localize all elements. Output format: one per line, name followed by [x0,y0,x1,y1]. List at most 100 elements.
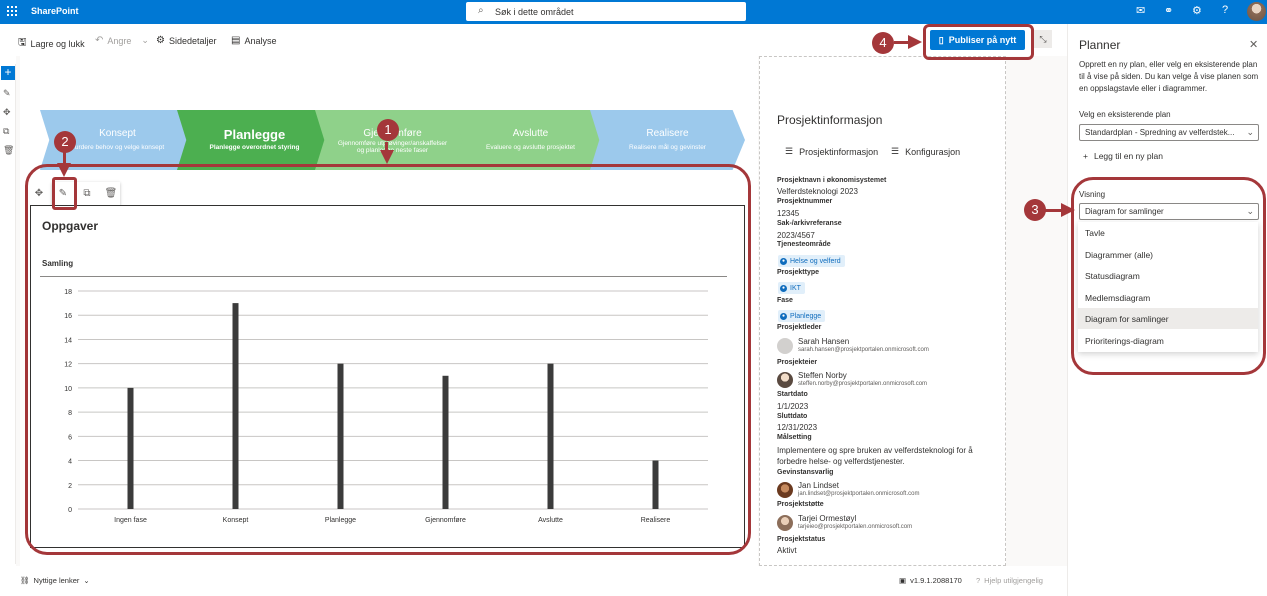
version-info[interactable]: ▣ v1.9.1.2088170 [899,576,962,585]
search-icon: ⌕ [478,5,484,16]
undo-icon: ↶ [95,35,104,46]
chevron-down-icon: ⌄ [1246,127,1254,137]
project-info-tab-label: Prosjektinformasjon [799,146,879,157]
field-label: Fase [777,297,793,304]
field-label: Prosjekttype [777,269,820,276]
analytics-icon: ▤ [231,35,241,46]
tag-label: Planlegge [790,312,822,320]
list-icon: ☰ [785,146,794,156]
person-name: Tarjei Ormestøyl [798,514,857,523]
link-icon: ⛓ [20,576,30,585]
help-icon: ? [976,576,981,585]
suite-bar: SharePoint ⌕ Søk i dette området ✉ ⚭ ⚙ ? [0,0,1267,24]
field-label: Prosjektstøtte [777,501,824,508]
analytics-button[interactable]: ▤ Analyse [231,35,276,46]
chevron-down-icon[interactable]: ⌄ [141,35,149,46]
sharepoint-share-icon[interactable]: ⚭ [1164,4,1173,17]
phase-title: Planlegge [223,127,286,142]
help-link[interactable]: ? Hjelp utilgjengelig [976,576,1043,585]
project-info-title: Prosjektinformasjon [777,113,883,127]
field-label: Startdato [777,391,808,398]
callout-ring-2 [52,177,77,210]
avatar [777,515,793,531]
user-avatar[interactable] [1247,2,1266,21]
brand-name[interactable]: SharePoint [31,6,79,16]
field-label: Sluttdato [777,413,808,420]
callout-arrow-4 [908,35,922,49]
avatar [777,338,793,354]
callout-badge-4: 4 [872,32,894,54]
delete-section-icon[interactable]: 🗑 [3,145,14,156]
edit-section-icon[interactable]: ✎ [3,88,11,99]
callout-arrow-2 [57,163,71,177]
phase-subtitle: Realisere mål og gevinster [629,144,706,151]
phase-planlegge[interactable]: Planlegge Planlegge overordnet styring [177,110,332,170]
gear-icon[interactable]: ⚙ [1192,4,1202,17]
person-name: Jan Lindset [798,481,839,490]
tag: ● Helse og velferd [778,255,845,267]
field-label: Målsetting [777,434,812,441]
config-tab-label: Konfigurasjon [905,146,961,157]
gear-icon: ⚙ [156,35,165,46]
person-email: sarah.hansen@prosjektportalen.onmicrosof… [798,347,929,353]
phase-avslutte[interactable]: Avslutte Evaluere og avslutte prosjektet [453,110,608,170]
phase-title: Avslutte [512,128,549,139]
field-value: Aktivt [777,546,797,555]
save-close-label: Lagre og lukk [30,38,85,49]
search-placeholder: Søk i dette området [495,7,574,17]
phase-subtitle: Planlegge overordnet styring [209,144,300,151]
search-input[interactable]: ⌕ Søk i dette området [466,2,746,21]
phase-realisere[interactable]: Realisere Realisere mål og gevinster [590,110,745,170]
field-label: Gevinstansvarlig [777,469,834,476]
callout-ring-3 [1071,177,1266,375]
phase-subtitle: Evaluere og avslutte prosjektet [486,144,575,151]
person-name: Sarah Hansen [798,337,850,346]
project-info-tab[interactable]: ☰ Prosjektinformasjon [785,146,878,157]
list-icon: ☰ [891,146,900,156]
save-icon: 🖫 [18,37,27,48]
plan-dropdown[interactable]: Standardplan - Spredning av velferdstek.… [1079,124,1259,141]
useful-links[interactable]: ⛓ Nyttige lenker ⌄ [20,576,90,585]
tag-label: Helse og velferd [790,257,841,265]
add-section-icon[interactable]: + [1,66,15,80]
globe-icon: ● [780,257,787,265]
page-details-button[interactable]: ⚙ Sidedetaljer [156,35,217,46]
collapse-icon[interactable]: ⤡ [1034,30,1052,48]
save-close-button[interactable]: 🖫 Lagre og lukk [18,35,85,52]
phase-icon: ● [780,312,787,320]
tag: ● Planlegge [778,310,826,322]
add-plan-button[interactable]: + Legg til en ny plan [1083,151,1163,161]
callout-badge-2: 2 [54,131,76,153]
footer: ⛓ Nyttige lenker ⌄ ▣ v1.9.1.2088170 ? Hj… [0,566,1067,596]
callout-badge-3: 3 [1024,199,1046,221]
field-label: Tjenesteområde [777,241,831,248]
help-label: Hjelp utilgjengelig [984,576,1043,585]
move-section-icon[interactable]: ✥ [3,107,11,118]
close-icon[interactable]: ✕ [1249,38,1258,51]
field-value: Velferdsteknologi 2023 [777,187,858,196]
undo-label: Angre [107,35,132,46]
callout-badge-1: 1 [377,119,399,141]
app-launcher-icon[interactable] [7,6,17,16]
duplicate-section-icon[interactable]: ⧉ [3,126,9,137]
field-value: 12345 [777,209,800,218]
undo-button[interactable]: ↶ Angre ⌄ [95,35,149,46]
version-label: v1.9.1.2088170 [910,576,962,585]
analytics-label: Analyse [244,35,277,46]
callout-ring-1 [25,164,751,555]
field-value: 2023/4567 [777,231,815,240]
pane-description: Opprett en ny plan, eller velg en eksist… [1079,60,1259,93]
config-tab[interactable]: ☰ Konfigurasjon [891,146,960,157]
megaphone-icon[interactable]: ✉ [1136,4,1145,17]
pane-title: Planner [1079,38,1121,52]
callout-arrow-1 [380,150,394,164]
package-icon: ▣ [899,576,907,585]
field-value: 1/1/2023 [777,402,809,411]
command-bar: 🖫 Lagre og lukk ↶ Angre ⌄ ⚙ Sidedetaljer… [0,24,1067,56]
tag: ● IKT [778,282,805,294]
help-icon[interactable]: ? [1222,4,1228,16]
avatar [777,482,793,498]
person-email: steffen.norby@prosjektportalen.onmicroso… [798,381,928,387]
callout-ring-4 [923,24,1034,60]
tag-label: IKT [790,284,801,292]
